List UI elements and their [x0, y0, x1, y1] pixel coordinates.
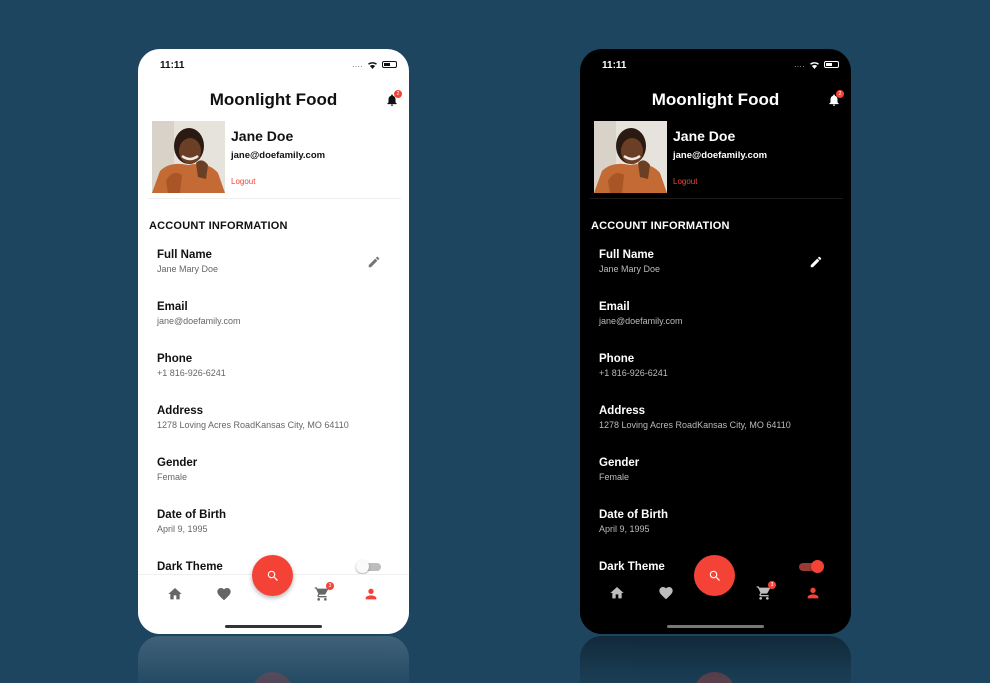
info-item-email[interactable]: Email jane@doefamily.com [580, 299, 851, 351]
info-value: jane@doefamily.com [599, 316, 683, 326]
account-info-list: Full Name Jane Mary Doe Email jane@doefa… [580, 247, 851, 559]
account-info-list: Full Name Jane Mary Doe Email jane@doefa… [138, 247, 409, 559]
info-item-date-of-birth[interactable]: Date of Birth April 9, 1995 [580, 507, 851, 559]
home-indicator [667, 625, 764, 628]
status-time: 11:11 [602, 60, 627, 71]
home-icon[interactable] [167, 586, 183, 602]
status-time: 11:11 [160, 60, 185, 71]
app-title: Moonlight Food [209, 90, 338, 109]
info-value: jane@doefamily.com [157, 316, 241, 326]
info-label: Email [157, 301, 188, 313]
toggle-thumb [811, 560, 824, 573]
divider [148, 198, 401, 199]
app-title: Moonlight Food [651, 90, 780, 109]
edit-pencil-icon[interactable] [367, 255, 381, 269]
status-bar: 11:11 .... [580, 49, 851, 83]
person-icon[interactable] [363, 586, 379, 602]
wifi-icon [809, 61, 820, 69]
cart-badge: 3 [768, 581, 776, 589]
edit-pencil-icon[interactable] [809, 255, 823, 269]
info-label: Address [157, 405, 204, 417]
search-fab-button[interactable] [252, 555, 293, 596]
cart-badge: 3 [326, 582, 334, 590]
dark-theme-toggle[interactable] [356, 560, 382, 573]
home-icon[interactable] [609, 585, 625, 601]
cart-icon[interactable]: 3 [756, 581, 776, 601]
cart-icon[interactable]: 3 [314, 582, 334, 602]
system-icons: .... [352, 60, 397, 69]
info-value: 1278 Loving Acres RoadKansas City, MO 64… [157, 420, 349, 430]
info-item-full-name[interactable]: Full Name Jane Mary Doe [138, 247, 409, 299]
search-icon [709, 570, 720, 581]
info-item-gender[interactable]: Gender Female [580, 455, 851, 507]
search-fab-button[interactable] [694, 555, 735, 596]
phone-reflection [138, 636, 409, 683]
logout-link[interactable]: Logout [231, 177, 255, 186]
info-value: 1278 Loving Acres RoadKansas City, MO 64… [599, 420, 791, 430]
home-indicator [225, 625, 322, 628]
info-item-gender[interactable]: Gender Female [138, 455, 409, 507]
dark-theme-label: Dark Theme [157, 561, 223, 573]
status-bar: 11:11 .... [138, 49, 409, 83]
signal-icon: .... [352, 60, 363, 69]
info-label: Email [599, 301, 630, 313]
favorite-icon[interactable] [216, 586, 232, 602]
notification-bell-icon[interactable]: 2 [385, 90, 402, 107]
battery-icon [382, 61, 397, 68]
info-item-address[interactable]: Address 1278 Loving Acres RoadKansas Cit… [138, 403, 409, 455]
avatar [594, 121, 667, 193]
info-label: Date of Birth [599, 509, 668, 521]
user-email: jane@doefamily.com [673, 150, 768, 161]
info-label: Gender [157, 457, 198, 469]
info-label: Date of Birth [157, 509, 226, 521]
person-icon[interactable] [805, 585, 821, 601]
dark-theme-label: Dark Theme [599, 561, 665, 573]
signal-icon: .... [794, 60, 805, 69]
info-value: Female [157, 472, 188, 482]
info-item-date-of-birth[interactable]: Date of Birth April 9, 1995 [138, 507, 409, 559]
info-label: Phone [599, 353, 635, 365]
search-icon [267, 570, 278, 581]
battery-icon [824, 61, 839, 68]
notification-bell-icon[interactable]: 2 [827, 90, 844, 107]
user-name: Jane Doe [673, 128, 736, 144]
profile-card: Jane Doe jane@doefamily.com Logout [152, 121, 401, 199]
profile-card: Jane Doe jane@doefamily.com Logout [594, 121, 843, 199]
favorite-icon[interactable] [658, 585, 674, 601]
user-name: Jane Doe [231, 128, 294, 144]
info-label: Address [599, 405, 646, 417]
user-email: jane@doefamily.com [231, 150, 326, 161]
app-bar: Moonlight Food 2 [138, 87, 409, 113]
reflection-fab [694, 672, 735, 683]
info-value: Female [599, 472, 630, 482]
info-label: Gender [599, 457, 640, 469]
info-item-phone[interactable]: Phone +1 816-926-6241 [580, 351, 851, 403]
info-label: Phone [157, 353, 193, 365]
logout-link[interactable]: Logout [673, 177, 697, 186]
section-title: ACCOUNT INFORMATION [591, 220, 730, 232]
phone-light-theme: 11:11 .... Moonlight Food 2 Jane Doe jan… [138, 49, 409, 634]
app-bar: Moonlight Food 2 [580, 87, 851, 113]
toggle-thumb [356, 560, 369, 573]
phone-reflection [580, 636, 851, 683]
system-icons: .... [794, 60, 839, 69]
notification-badge: 2 [394, 90, 402, 98]
dark-theme-toggle[interactable] [798, 560, 824, 573]
wifi-icon [367, 61, 378, 69]
info-item-full-name[interactable]: Full Name Jane Mary Doe [580, 247, 851, 299]
phone-dark-theme: 11:11 .... Moonlight Food 2 Jane Doe jan… [580, 49, 851, 634]
info-value: +1 816-926-6241 [599, 368, 668, 378]
avatar [152, 121, 225, 193]
divider [590, 198, 843, 199]
info-value: April 9, 1995 [157, 524, 208, 534]
info-value: April 9, 1995 [599, 524, 650, 534]
section-title: ACCOUNT INFORMATION [149, 220, 288, 232]
info-item-address[interactable]: Address 1278 Loving Acres RoadKansas Cit… [580, 403, 851, 455]
reflection-fab [252, 672, 293, 683]
info-value: +1 816-926-6241 [157, 368, 226, 378]
notification-badge: 2 [836, 90, 844, 98]
info-item-email[interactable]: Email jane@doefamily.com [138, 299, 409, 351]
info-item-phone[interactable]: Phone +1 816-926-6241 [138, 351, 409, 403]
